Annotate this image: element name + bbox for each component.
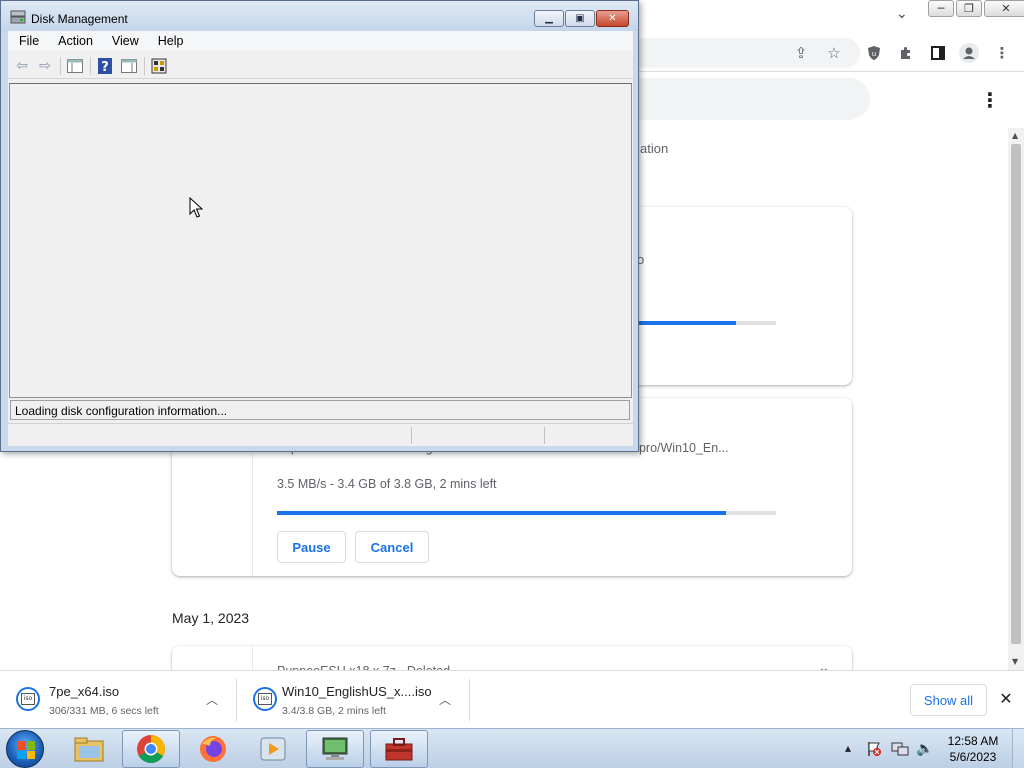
svg-text:u: u — [872, 50, 876, 58]
shelf-item-name: Win10_EnglishUS_x....iso — [282, 684, 432, 699]
dm-statusbar — [8, 423, 633, 446]
media-player-icon — [260, 737, 286, 761]
computer-management-icon — [322, 737, 348, 760]
windows-taskbar: ▴ 🔈 12:58 AM 5/6/2023 — [0, 728, 1024, 768]
dm-toolbar: ⇦ ⇨ ? — [8, 53, 633, 79]
dm-minimize-button[interactable]: ▁ — [534, 10, 564, 27]
menu-view[interactable]: View — [101, 31, 147, 51]
show-hidden-icons-icon[interactable]: ▴ — [845, 741, 851, 755]
scroll-down-arrow-icon[interactable]: ▼ — [1012, 657, 1020, 666]
partial-header-text: ation — [640, 141, 669, 156]
chrome-menu-icon[interactable]: ⋮ — [991, 42, 1013, 64]
taskbar-media-player[interactable] — [244, 730, 302, 768]
taskbar-disk-management[interactable] — [370, 730, 428, 768]
help-icon[interactable]: ? — [95, 57, 115, 75]
mouse-cursor-icon — [189, 197, 203, 218]
menu-file[interactable]: File — [8, 31, 47, 51]
pause-button[interactable]: Pause — [277, 531, 346, 563]
cancel-button[interactable]: Cancel — [355, 531, 429, 563]
page-scrollbar[interactable]: ▲ ▼ — [1008, 128, 1024, 670]
shelf-item-menu-chevron-icon[interactable]: ︿ — [439, 691, 451, 708]
shelf-separator — [469, 679, 470, 721]
svg-text:?: ? — [101, 60, 109, 74]
dm-caption-buttons: ▁ ▣ ✕ — [534, 10, 629, 27]
clock-time[interactable]: 12:58 AM — [944, 734, 1002, 748]
ublock-icon[interactable]: u — [863, 42, 885, 64]
back-arrow-icon[interactable]: ⇦ — [12, 57, 32, 75]
dm-client-area: File Action View Help ⇦ ⇨ ? Loading disk… — [8, 31, 633, 446]
dm-loading-status: Loading disk configuration information..… — [10, 400, 630, 420]
side-panel-icon[interactable] — [927, 42, 949, 64]
toolbar-separator — [144, 57, 145, 75]
scroll-thumb[interactable] — [1011, 144, 1021, 644]
download-progress-track — [277, 511, 776, 515]
dm-titlebar[interactable]: Disk Management ▁ ▣ ✕ — [1, 1, 638, 31]
taskbar-explorer[interactable] — [60, 730, 118, 768]
extensions-puzzle-icon[interactable] — [895, 42, 917, 64]
toolbar-separator — [90, 57, 91, 75]
downloads-search-bar[interactable] — [600, 78, 870, 120]
chrome-minimize-button[interactable]: ─ — [928, 0, 954, 17]
shelf-item-name: 7pe_x64.iso — [49, 684, 120, 699]
menu-action[interactable]: Action — [47, 31, 101, 51]
dm-menubar: File Action View Help — [8, 31, 633, 51]
chrome-caption-buttons: ─ ❐ ✕ — [928, 0, 1024, 18]
date-heading: May 1, 2023 — [172, 610, 250, 626]
chrome-restore-button[interactable]: ❐ — [956, 0, 982, 17]
taskbar-firefox[interactable] — [184, 730, 242, 768]
show-desktop-button[interactable] — [1012, 729, 1024, 768]
volume-icon[interactable]: 🔈 — [916, 741, 933, 757]
shelf-item-status: 306/331 MB, 6 secs left — [49, 705, 159, 717]
windows-logo-icon — [17, 741, 35, 759]
close-shelf-icon[interactable]: ✕ — [996, 689, 1016, 709]
iso-file-icon: iso — [16, 687, 40, 711]
action-center-flag-icon[interactable] — [866, 741, 882, 760]
toolbar-separator — [60, 57, 61, 75]
disk-management-window: Disk Management ▁ ▣ ✕ File Action View H… — [0, 0, 639, 452]
forward-arrow-icon[interactable]: ⇨ — [35, 57, 55, 75]
shelf-item-status: 3.4/3.8 GB, 2 mins left — [282, 705, 386, 717]
bookmark-star-icon[interactable]: ☆ — [823, 42, 845, 64]
dm-close-button[interactable]: ✕ — [596, 10, 629, 27]
download-status-text: 3.5 MB/s - 3.4 GB of 3.8 GB, 2 mins left — [277, 477, 497, 491]
shelf-item-1[interactable]: iso 7pe_x64.iso 306/331 MB, 6 secs left … — [0, 671, 236, 728]
dm-window-title: Disk Management — [31, 12, 128, 26]
download-progress-fill — [277, 511, 727, 515]
folder-icon — [74, 737, 104, 762]
dm-maximize-button[interactable]: ▣ — [565, 10, 595, 27]
statusbar-separator — [544, 427, 545, 444]
statusbar-separator — [411, 427, 412, 444]
firefox-logo-icon — [200, 736, 226, 762]
network-icon[interactable] — [891, 741, 909, 760]
show-all-button[interactable]: Show all — [910, 684, 987, 716]
properties-icon[interactable] — [149, 57, 169, 75]
shelf-item-menu-chevron-icon[interactable]: ︿ — [206, 691, 218, 708]
chrome-logo-icon — [137, 735, 165, 763]
dm-content-pane[interactable] — [9, 83, 632, 398]
scroll-up-arrow-icon[interactable]: ▲ — [1012, 131, 1020, 140]
downloads-more-actions-icon[interactable]: ⋮ — [980, 88, 1000, 112]
taskbar-chrome[interactable] — [122, 730, 180, 768]
tab-search-chevron-icon[interactable]: ⌄ — [896, 6, 914, 24]
taskbar-computer-management[interactable] — [306, 730, 364, 768]
share-icon[interactable]: ⇪ — [790, 42, 812, 64]
show-hide-action-pane-icon[interactable] — [119, 57, 139, 75]
profile-avatar-icon[interactable] — [958, 42, 980, 64]
show-hide-console-tree-icon[interactable] — [65, 57, 85, 75]
disk-management-app-icon — [10, 10, 26, 24]
toolbox-icon — [385, 738, 413, 761]
start-button[interactable] — [6, 730, 44, 768]
download-shelf: iso 7pe_x64.iso 306/331 MB, 6 secs left … — [0, 670, 1024, 728]
clock-date[interactable]: 5/6/2023 — [944, 750, 1002, 764]
chrome-close-button[interactable]: ✕ — [984, 0, 1024, 17]
menu-help[interactable]: Help — [147, 31, 192, 51]
iso-file-icon: iso — [253, 687, 277, 711]
shelf-item-2[interactable]: iso Win10_EnglishUS_x....iso 3.4/3.8 GB,… — [237, 671, 469, 728]
